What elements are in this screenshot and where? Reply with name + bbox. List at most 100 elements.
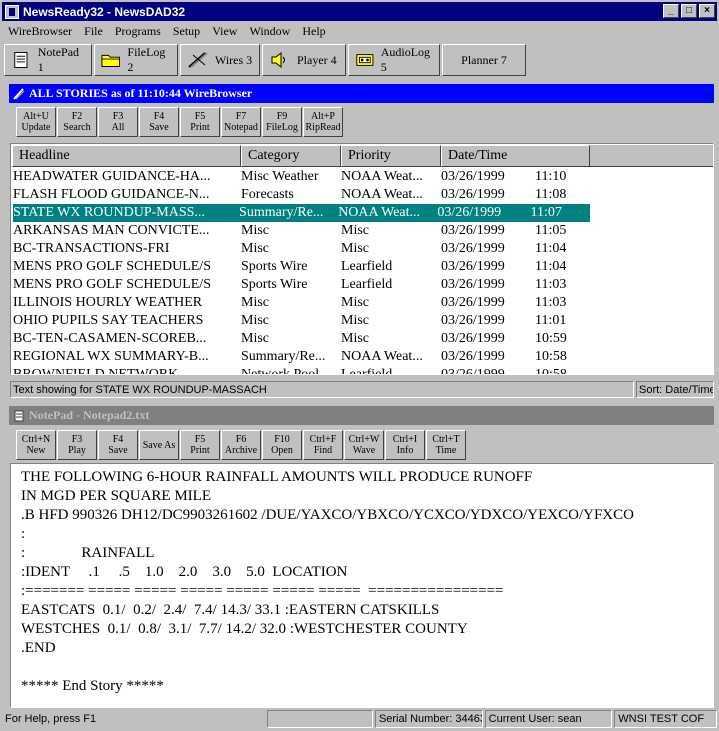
story-headline: BC-TRANSACTIONS-FRI	[13, 241, 170, 256]
story-priority: Learfield	[341, 259, 393, 274]
menu-window[interactable]: Window	[243, 24, 296, 39]
column-priority[interactable]: Priority	[341, 145, 441, 167]
fkey-shortcut: Ctrl+N	[21, 434, 51, 445]
wirebrowser-title: ALL STORIES as of 11:10:44 WireBrowser	[29, 86, 253, 100]
fkey-shortcut: Ctrl+F	[309, 434, 337, 445]
notepad-line: .END	[21, 640, 56, 656]
story-headline: FLASH FLOOD GUIDANCE-N...	[13, 187, 210, 202]
story-list-header: Headline Category Priority Date/Time	[12, 145, 713, 167]
story-row[interactable]: BC-TEN-CASAMEN-SCOREB... Misc Misc 03/26/19…	[13, 330, 713, 348]
notepad-text-area[interactable]: THE FOLLOWING 6-HOUR RAINFALL AMOUNTS WI…	[10, 463, 714, 708]
column-headline[interactable]: Headline	[12, 145, 241, 167]
menu-setup[interactable]: Setup	[167, 24, 206, 39]
notepad-module-button[interactable]: NotePad 1	[4, 44, 92, 76]
play-button[interactable]: F3 Play	[57, 430, 97, 460]
story-headline: HEADWATER GUIDANCE-HA...	[13, 169, 211, 184]
filelog-module-button[interactable]: FileLog 2	[94, 44, 178, 76]
story-row[interactable]: BC-TRANSACTIONS-FRI Misc Misc 03/26/1999 11:…	[13, 240, 713, 258]
story-time: 11:03	[535, 277, 567, 292]
menu-programs[interactable]: Programs	[109, 24, 167, 39]
fkey-shortcut: F4	[112, 434, 124, 445]
notepad-line: EASTCATS 0.1/ 0.2/ 2.4/ 7.4/ 14.3/ 33.1 …	[21, 602, 440, 618]
story-row[interactable]: ARKANSAS MAN CONVICTE... Misc Misc 03/26/19…	[13, 222, 713, 240]
column-filler	[590, 145, 713, 167]
notepad-button[interactable]: F7 Notepad	[221, 107, 261, 137]
close-button[interactable]: ×	[699, 4, 715, 18]
print-button[interactable]: F5 Print	[180, 107, 220, 137]
notepad-title-bar[interactable]: NotePad - Notepad2.txt	[9, 406, 714, 425]
all-button[interactable]: F3 All	[98, 107, 138, 137]
column-category[interactable]: Category	[241, 145, 341, 167]
fkey-label: Find	[313, 445, 333, 456]
story-status-text: Text showing for STATE WX ROUNDUP-MASSAC…	[10, 381, 634, 398]
minimize-button[interactable]: _	[663, 4, 679, 18]
player-module-button[interactable]: Player 4	[262, 44, 346, 76]
notepad-title: NotePad - Notepad2.txt	[29, 408, 150, 422]
story-time: 11:04	[535, 241, 567, 256]
search-button[interactable]: F2 Search	[57, 107, 97, 137]
story-row[interactable]: MENS PRO GOLF SCHEDULE/S Sports Wire Learf…	[13, 276, 713, 294]
story-time: 10:58	[535, 367, 567, 375]
story-row[interactable]: REGIONAL WX SUMMARY-B... Summary/Re... NOA…	[13, 348, 713, 366]
fkey-label: Play	[68, 445, 86, 456]
app-icon[interactable]	[5, 4, 19, 19]
story-time: 11:03	[535, 295, 567, 310]
new-button[interactable]: Ctrl+N New	[16, 430, 56, 460]
print-button[interactable]: F5 Print	[180, 430, 220, 460]
column-datetime[interactable]: Date/Time	[441, 145, 590, 167]
filelog-button[interactable]: F9 FileLog	[262, 107, 302, 137]
update-button[interactable]: Alt+U Update	[16, 107, 56, 137]
audiolog-module-label: AudioLog 5	[380, 45, 431, 74]
story-priority: Misc	[341, 241, 369, 256]
story-row[interactable]: MENS PRO GOLF SCHEDULE/S Sports Wire Learf…	[13, 258, 713, 276]
menu-help[interactable]: Help	[296, 24, 331, 39]
story-priority: NOAA Weat...	[341, 187, 423, 202]
story-row-selected[interactable]: STATE WX ROUNDUP-MASS... Summary/Re... NOA…	[13, 204, 590, 222]
story-headline: REGIONAL WX SUMMARY-B...	[13, 349, 209, 364]
fkey-shortcut: F3	[112, 111, 124, 122]
info-button[interactable]: Ctrl+I Info	[385, 430, 425, 460]
story-row[interactable]: HEADWATER GUIDANCE-HA... Misc Weather NOAA…	[13, 168, 713, 186]
maximize-button[interactable]: □	[681, 4, 697, 18]
story-rows: HEADWATER GUIDANCE-HA... Misc Weather NOAA…	[13, 168, 713, 375]
story-headline: ILLINOIS HOURLY WEATHER	[13, 295, 203, 310]
save-as-button[interactable]: Save As	[139, 430, 179, 460]
module-toolbar: NotePad 1 FileLog 2 Wires 3 Player 4 Aud…	[4, 44, 526, 76]
menu-wirebrowser[interactable]: WireBrowser	[2, 24, 78, 39]
story-row[interactable]: ILLINOIS HOURLY WEATHER Misc Misc 03/26/199…	[13, 294, 713, 312]
fkey-label: Update	[21, 122, 51, 133]
fkey-label: Search	[63, 122, 91, 133]
story-category: Misc Weather	[241, 169, 319, 184]
ripread-button[interactable]: Alt+P RipRead	[303, 107, 343, 137]
save-button[interactable]: F4 Save	[139, 107, 179, 137]
story-row[interactable]: BROWNFIELD NETWORK Network Pool Learfield 0…	[13, 366, 713, 375]
planner-module-label: Planner 7	[461, 52, 507, 67]
archive-button[interactable]: F6 Archive	[221, 430, 261, 460]
story-list[interactable]: Headline Category Priority Date/Time HEA…	[10, 143, 714, 375]
sort-indicator: Sort: Date/Time	[636, 381, 714, 398]
story-category: Misc	[241, 241, 269, 256]
story-headline: BROWNFIELD NETWORK	[13, 367, 179, 375]
story-headline: ARKANSAS MAN CONVICTE...	[13, 223, 210, 238]
fkey-label: Wave	[352, 445, 376, 456]
find-button[interactable]: Ctrl+F Find	[303, 430, 343, 460]
time-button[interactable]: Ctrl+T Time	[426, 430, 466, 460]
menu-view[interactable]: View	[206, 24, 243, 39]
fkey-label: Open	[271, 445, 293, 456]
wires-module-button[interactable]: Wires 3	[180, 44, 260, 76]
serial-number: Serial Number: 34463	[374, 710, 483, 728]
planner-module-button[interactable]: Planner 7	[442, 44, 526, 76]
speaker-icon	[271, 51, 285, 69]
audiolog-module-button[interactable]: AudioLog 5	[348, 44, 440, 76]
fkey-shortcut: Ctrl+T	[432, 434, 460, 445]
wirebrowser-title-bar[interactable]: ALL STORIES as of 11:10:44 WireBrowser	[9, 84, 714, 103]
save-button[interactable]: F4 Save	[98, 430, 138, 460]
story-headline: BC-TEN-CASAMEN-SCOREB...	[13, 331, 207, 346]
menu-file[interactable]: File	[78, 24, 109, 39]
open-button[interactable]: F10 Open	[262, 430, 302, 460]
story-row[interactable]: OHIO PUPILS SAY TEACHERS Misc Misc 03/26/19…	[13, 312, 713, 330]
wave-button[interactable]: Ctrl+W Wave	[344, 430, 384, 460]
story-row[interactable]: FLASH FLOOD GUIDANCE-N... Forecasts NOAA W…	[13, 186, 713, 204]
story-date: 03/26/1999	[441, 259, 505, 274]
title-bar[interactable]: NewsReady32 - NewsDAD32 _ □ ×	[2, 2, 717, 21]
